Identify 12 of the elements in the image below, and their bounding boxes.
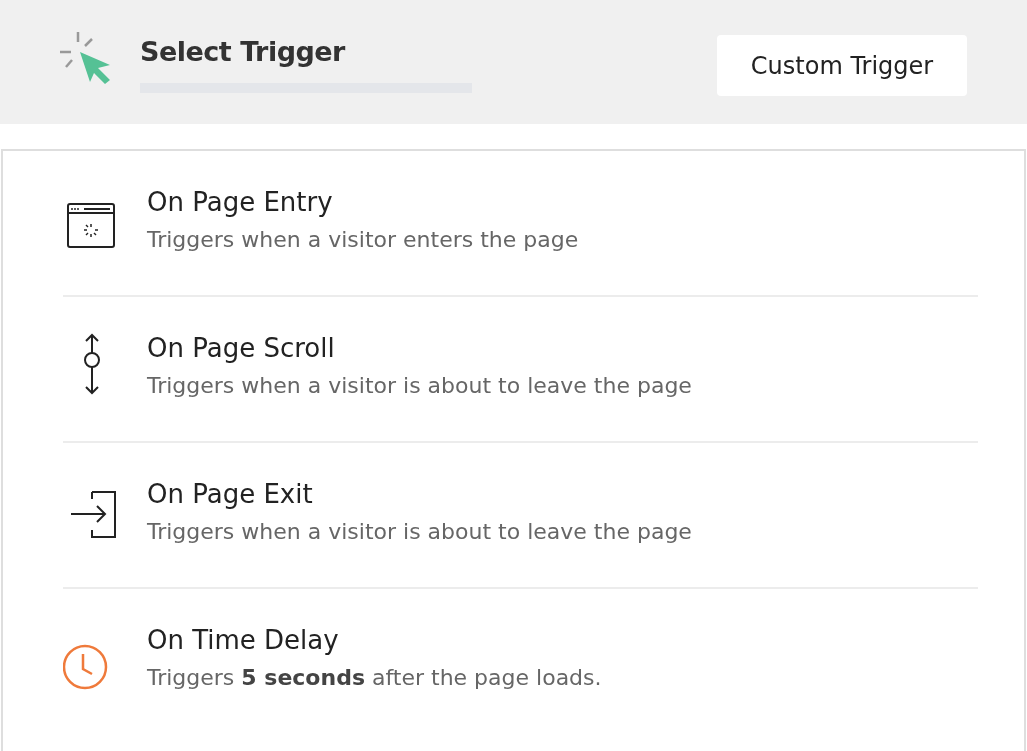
trigger-title[interactable]: On Page Scroll: [147, 333, 692, 363]
page-title: Select Trigger: [140, 36, 347, 67]
trigger-description: Triggers when a visitor is about to leave the page: [147, 519, 692, 544]
trigger-title[interactable]: On Page Exit: [147, 479, 692, 509]
trigger-title[interactable]: On Time Delay: [147, 625, 602, 655]
trigger-description: Triggers when a visitor enters the page: [147, 227, 579, 252]
trigger-description: Triggers 5 seconds after the page loads.: [147, 665, 602, 690]
trigger-title[interactable]: On Page Entry: [147, 187, 579, 217]
sign-in-icon: [71, 491, 116, 538]
custom-trigger-button[interactable]: Custom Trigger: [717, 35, 967, 96]
trigger-description: Triggers when a visitor is about to leave the page: [147, 373, 692, 398]
scroll-arrows-icon: [83, 333, 101, 395]
